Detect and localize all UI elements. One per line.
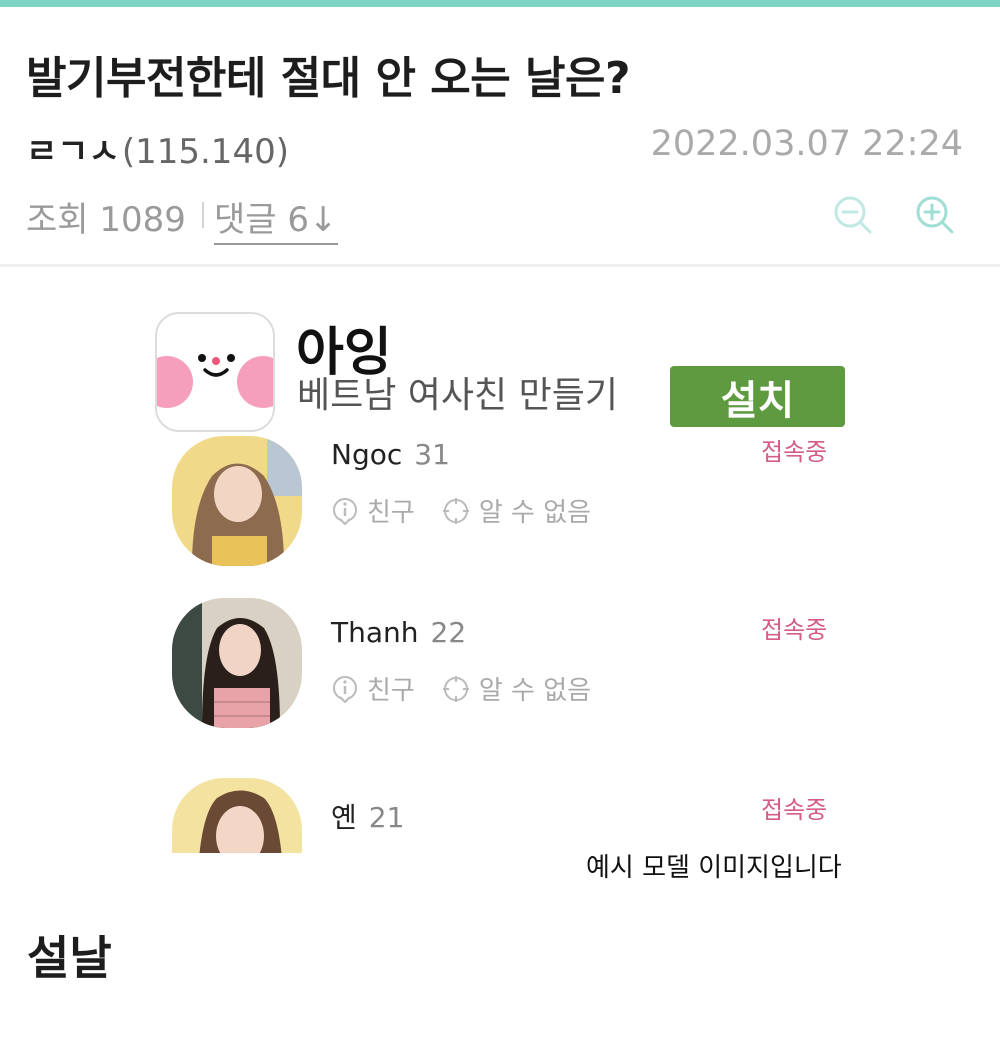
profile-tag-location-label: 알 수 없음 [478, 676, 592, 706]
app-description: 베트남 여사친 만들기 [297, 375, 618, 416]
profile-name-text: 옌 [331, 801, 357, 834]
author-nickname[interactable]: ㄹㄱㅅ [26, 132, 120, 172]
zoom-out-icon [834, 196, 872, 234]
top-accent-bar [0, 0, 1000, 7]
profile-name: Ngoc 31 [331, 438, 450, 471]
profile-tag-purpose-label: 친구 [367, 498, 415, 528]
profile-name-text: Thanh [331, 616, 419, 649]
author-info[interactable]: ㄹㄱㅅ(115.140) [26, 124, 289, 173]
profile-age: 22 [430, 616, 467, 649]
profile-tag-location: 알 수 없음 [441, 492, 591, 529]
app-logo-icon [155, 312, 275, 432]
ad-profile-card[interactable]: 옌 21 접속중 [155, 778, 855, 853]
zoom-in-icon [916, 196, 954, 234]
comment-count-link[interactable]: 댓글 6↓ [214, 192, 338, 245]
profile-avatar [172, 778, 302, 853]
post-meta: ㄹㄱㅅ(115.140) 2022.03.07 22:24 [26, 124, 971, 174]
install-button[interactable]: 설치 [670, 366, 845, 427]
ad-caption: 예시 모델 이미지입니다 [586, 853, 842, 883]
profile-name: 옌 21 [331, 796, 404, 836]
profile-age: 21 [368, 801, 405, 834]
profile-avatar [172, 598, 302, 728]
profile-avatar [172, 436, 302, 566]
header-separator [0, 264, 1000, 267]
profile-tag-purpose-label: 친구 [367, 676, 415, 706]
profile-tag-location-label: 알 수 없음 [478, 498, 592, 528]
ad-profile-card[interactable]: Ngoc 31 접속중 친구 알 수 없음 [155, 420, 855, 566]
profile-tags: 친구 알 수 없음 [331, 492, 617, 529]
location-icon [442, 497, 469, 524]
profile-age: 31 [414, 438, 450, 471]
profile-name-text: Ngoc [331, 438, 403, 471]
post-title: 발기부전한테 절대 안 오는 날은? [26, 53, 631, 104]
stat-divider [202, 202, 204, 228]
view-count: 조회 1089 [26, 200, 186, 240]
body-heading: 설날 [27, 931, 112, 985]
online-status: 접속중 [761, 438, 828, 466]
ad-profile-card[interactable]: Thanh 22 접속중 친구 알 수 없음 [155, 598, 855, 728]
info-icon [333, 497, 357, 525]
profile-tag-purpose: 친구 [331, 670, 415, 707]
online-status: 접속중 [761, 616, 828, 644]
profile-tag-location: 알 수 없음 [441, 670, 591, 707]
info-icon [333, 675, 357, 703]
zoom-out-button[interactable] [832, 194, 874, 236]
ad-banner[interactable]: Ngoc 31 접속중 친구 알 수 없음 Thanh 22 접속중 친구 알 … [155, 308, 855, 853]
zoom-in-button[interactable] [914, 194, 956, 236]
profile-tag-purpose: 친구 [331, 492, 415, 529]
ad-header: 아잉 베트남 여사친 만들기 설치 [155, 308, 855, 436]
profile-tags: 친구 알 수 없음 [331, 670, 617, 707]
online-status: 접속중 [761, 796, 828, 824]
post-timestamp: 2022.03.07 22:24 [650, 124, 963, 164]
location-icon [442, 675, 469, 702]
author-ip: (115.140) [121, 132, 289, 172]
profile-name: Thanh 22 [331, 616, 466, 649]
post-stats: 조회 1089 댓글 6↓ [26, 192, 971, 246]
